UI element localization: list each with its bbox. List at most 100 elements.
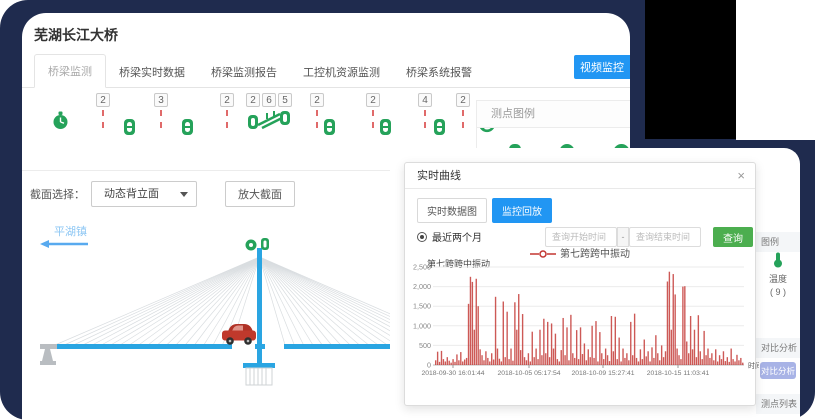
radio-icon bbox=[417, 232, 427, 242]
dialog-tab-实时数据图[interactable]: 实时数据图 bbox=[417, 198, 487, 223]
left-arrow-icon bbox=[40, 240, 88, 248]
bridge-pylon bbox=[257, 248, 262, 368]
svg-text:1,500: 1,500 bbox=[413, 302, 431, 311]
legend-panel-title: 测点图例 bbox=[477, 101, 630, 128]
sensor-count-badge[interactable]: 2 bbox=[246, 93, 260, 107]
screenshot-canvas: 芜湖长江大桥 桥梁监测桥梁实时数据桥梁监测报告工控机资源监测桥梁系统报警 视频监… bbox=[0, 0, 815, 420]
sensor-strip: 2322652242 bbox=[22, 91, 476, 149]
svg-text:2,000: 2,000 bbox=[413, 282, 431, 291]
query-start-time-input[interactable] bbox=[545, 227, 617, 247]
side-panel: 图例 温度 ( 9 ) 对比分析 对比分析 测点列表 bbox=[756, 148, 800, 420]
svg-text:2018-10-05 05:17:54: 2018-10-05 05:17:54 bbox=[497, 370, 560, 377]
recent-two-months-radio[interactable]: 最近两个月 bbox=[417, 229, 482, 244]
realtime-curve-dialog: 实时曲线 × 实时数据图监控回放 最近两个月 - 查询 第七跨跨中振动 bbox=[404, 162, 756, 406]
sensor-count-badge[interactable]: 4 bbox=[418, 93, 432, 107]
temperature-legend: 温度 ( 9 ) bbox=[756, 252, 800, 297]
video-monitor-button[interactable]: 视频监控 bbox=[574, 55, 630, 79]
direction-label: 平湖镇 bbox=[54, 224, 87, 238]
close-icon[interactable]: × bbox=[737, 168, 745, 183]
sensor-point: 2 bbox=[456, 93, 470, 128]
detail-window: 图例 温度 ( 9 ) 对比分析 对比分析 测点列表 实时曲线 × 实时数据图监… bbox=[390, 148, 800, 420]
vibration-chart: 05001,0001,5002,0002,5002018-09-30 16:01… bbox=[411, 263, 759, 383]
legend-marker-icon bbox=[530, 250, 556, 258]
svg-text:1,000: 1,000 bbox=[413, 321, 431, 330]
pylon-foundation bbox=[243, 363, 275, 385]
sensor-count-badge[interactable]: 2 bbox=[456, 93, 470, 107]
date-range-separator: - bbox=[617, 227, 629, 247]
sensor-point: 2 bbox=[366, 93, 380, 128]
expansion-joint-icon[interactable] bbox=[247, 107, 291, 131]
chain-icon[interactable] bbox=[380, 119, 391, 135]
svg-text:2018-10-15 11:03:41: 2018-10-15 11:03:41 bbox=[647, 370, 710, 377]
tab-桥梁实时数据[interactable]: 桥梁实时数据 bbox=[106, 56, 198, 88]
black-region bbox=[645, 0, 737, 139]
left-abutment bbox=[40, 344, 57, 365]
sensor-dash bbox=[462, 110, 464, 128]
zoom-section-button[interactable]: 放大截面 bbox=[225, 181, 295, 207]
section-bar: 截面选择： 动态背立面 放大截面 bbox=[30, 181, 295, 207]
car bbox=[222, 324, 256, 345]
sensor-point: 4 bbox=[418, 93, 432, 128]
stopwatch-icon[interactable] bbox=[52, 111, 69, 130]
sensor-dash bbox=[102, 110, 104, 128]
compare-analysis-button[interactable]: 对比分析 bbox=[760, 362, 796, 379]
section-select-value: 动态背立面 bbox=[104, 188, 159, 200]
sensor-count-badge[interactable]: 2 bbox=[310, 93, 324, 107]
bridge-elevation-drawing: 平湖镇 bbox=[30, 211, 430, 420]
legend-series-label: 第七跨跨中振动 bbox=[560, 249, 630, 260]
svg-text:时间: 时间 bbox=[748, 361, 759, 370]
sensor-count-badge[interactable]: 5 bbox=[278, 93, 292, 107]
chain-icon[interactable] bbox=[124, 119, 135, 135]
svg-text:500: 500 bbox=[419, 341, 431, 350]
sensor-count-badge[interactable]: 2 bbox=[366, 93, 380, 107]
sensor-dash bbox=[372, 110, 374, 128]
page-title: 芜湖长江大桥 bbox=[34, 25, 118, 45]
chevron-down-icon bbox=[180, 192, 188, 197]
chain-icon[interactable] bbox=[124, 119, 135, 135]
temperature-count: ( 9 ) bbox=[756, 287, 800, 297]
query-button[interactable]: 查询 bbox=[713, 227, 753, 247]
section-select-dropdown[interactable]: 动态背立面 bbox=[91, 181, 197, 207]
tab-桥梁系统报警[interactable]: 桥梁系统报警 bbox=[393, 56, 485, 88]
sensor-count-badge[interactable]: 2 bbox=[220, 93, 234, 107]
dialog-title: 实时曲线 bbox=[405, 163, 755, 189]
sensor-count-badge[interactable]: 3 bbox=[154, 93, 168, 107]
radio-label: 最近两个月 bbox=[432, 229, 482, 244]
compare-section-header: 对比分析 bbox=[756, 338, 800, 358]
query-end-time-input[interactable] bbox=[629, 227, 701, 247]
sensor-count-badge[interactable]: 6 bbox=[262, 93, 276, 107]
svg-text:0: 0 bbox=[427, 361, 431, 370]
section-select-label: 截面选择： bbox=[30, 186, 85, 202]
white-region bbox=[736, 0, 815, 140]
point-list-header: 测点列表 bbox=[756, 394, 800, 414]
pylon-chain-icon[interactable] bbox=[261, 238, 269, 250]
dialog-controls: 最近两个月 - 查询 bbox=[417, 227, 745, 247]
chain-icon[interactable] bbox=[182, 119, 193, 135]
side-legend-header: 图例 bbox=[756, 232, 800, 252]
chain-icon[interactable] bbox=[434, 119, 445, 135]
sensor-count-badge[interactable]: 2 bbox=[96, 93, 110, 107]
tab-桥梁监测[interactable]: 桥梁监测 bbox=[34, 54, 106, 88]
pylon-camera-icon[interactable] bbox=[246, 240, 257, 251]
thermometer-icon bbox=[773, 252, 783, 268]
sensor-point: 2 bbox=[310, 93, 324, 128]
sensor-dash bbox=[160, 110, 162, 128]
tab-桥梁监测报告[interactable]: 桥梁监测报告 bbox=[198, 56, 290, 88]
chain-icon[interactable] bbox=[324, 119, 335, 135]
sensor-dash bbox=[316, 110, 318, 128]
sensor-dash bbox=[226, 110, 228, 128]
dialog-tab-监控回放[interactable]: 监控回放 bbox=[492, 198, 552, 223]
chain-icon[interactable] bbox=[182, 119, 193, 135]
dialog-tabbar: 实时数据图监控回放 bbox=[417, 198, 552, 223]
main-tabbar: 桥梁监测桥梁实时数据桥梁监测报告工控机资源监测桥梁系统报警 bbox=[22, 57, 630, 88]
chain-icon[interactable] bbox=[434, 119, 445, 135]
chain-icon[interactable] bbox=[324, 119, 335, 135]
temperature-label: 温度 bbox=[756, 272, 800, 285]
chain-icon[interactable] bbox=[380, 119, 391, 135]
bridge-deck bbox=[55, 344, 430, 349]
sensor-point: 2 bbox=[96, 93, 110, 128]
svg-text:2018-09-30 16:01:44: 2018-09-30 16:01:44 bbox=[421, 370, 484, 377]
sensor-dash bbox=[424, 110, 426, 128]
tab-工控机资源监测[interactable]: 工控机资源监测 bbox=[290, 56, 393, 88]
sensor-point: 2 bbox=[220, 93, 234, 128]
